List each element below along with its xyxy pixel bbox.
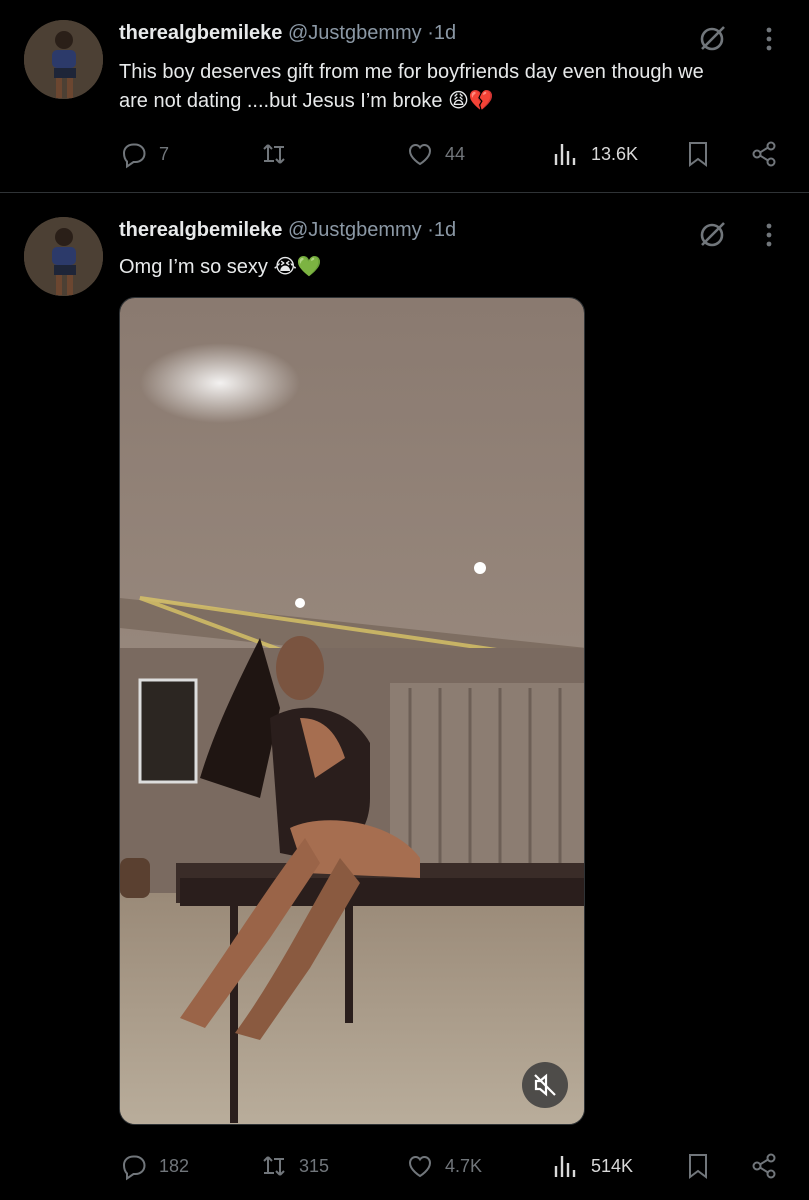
repost-icon: [263, 1156, 285, 1176]
like-button[interactable]: 4.7K: [405, 1149, 482, 1183]
reply-count: 7: [159, 143, 170, 164]
bookmark-icon: [689, 1154, 707, 1179]
avatar[interactable]: [24, 20, 103, 99]
share-icon: [752, 141, 776, 167]
grok-icon[interactable]: [697, 24, 727, 54]
bookmark-button[interactable]: [683, 137, 713, 171]
reply-button[interactable]: 7: [119, 137, 169, 171]
views-button[interactable]: 514K: [551, 1149, 633, 1183]
tweet-text: Omg I’m so sexy 😭💚: [119, 253, 789, 282]
reply-icon: [122, 1155, 146, 1181]
repost-count: 315: [299, 1155, 330, 1176]
heart-icon: [408, 1155, 432, 1178]
grok-icon[interactable]: [697, 220, 727, 250]
more-vertical-icon[interactable]: [757, 220, 781, 250]
action-bar: 7 44 13.6K: [119, 137, 789, 171]
tweet-2[interactable]: therealgbemileke @Justgbemmy ·1d Omg I’m…: [0, 193, 809, 1200]
repost-button[interactable]: 315: [259, 1149, 329, 1183]
reply-count: 182: [159, 1155, 190, 1176]
more-vertical-icon[interactable]: [757, 24, 781, 54]
like-button[interactable]: 44: [405, 137, 465, 171]
share-button[interactable]: [749, 137, 779, 171]
muted-speaker-icon: [534, 1073, 556, 1097]
tweet-text-line-2: are not dating ....but Jesus I’m broke 😩…: [119, 90, 494, 112]
separator-dot: ·: [427, 219, 434, 241]
timestamp[interactable]: 1d: [434, 219, 456, 241]
views-icon: [554, 144, 576, 165]
video-player[interactable]: [119, 297, 585, 1125]
heart-icon: [408, 143, 432, 166]
share-icon: [752, 1153, 776, 1179]
bookmark-button[interactable]: [683, 1149, 713, 1183]
like-count: 4.7K: [445, 1155, 483, 1176]
separator-dot: ·: [427, 22, 434, 44]
tweet-header: therealgbemileke @Justgbemmy ·1d: [119, 20, 456, 46]
user-handle[interactable]: @Justgbemmy: [288, 22, 422, 44]
tweet-header: therealgbemileke @Justgbemmy ·1d: [119, 217, 456, 243]
mute-button[interactable]: [522, 1062, 568, 1108]
timestamp[interactable]: 1d: [434, 22, 456, 44]
view-count: 514K: [591, 1155, 634, 1176]
tweet-text-line-1: This boy deserves gift from me for boyfr…: [119, 61, 704, 83]
bookmark-icon: [689, 142, 707, 167]
share-button[interactable]: [749, 1149, 779, 1183]
tweet-text-line-1: Omg I’m so sexy 😭💚: [119, 256, 322, 278]
user-handle[interactable]: @Justgbemmy: [288, 219, 422, 241]
reply-icon: [122, 143, 146, 169]
reply-button[interactable]: 182: [119, 1149, 189, 1183]
avatar[interactable]: [24, 217, 103, 296]
display-name[interactable]: therealgbemileke: [119, 219, 282, 241]
views-button[interactable]: 13.6K: [551, 137, 638, 171]
display-name[interactable]: therealgbemileke: [119, 22, 282, 44]
repost-icon: [263, 144, 285, 164]
tweet-text: This boy deserves gift from me for boyfr…: [119, 58, 789, 116]
views-icon: [554, 1156, 576, 1177]
video-frame: [120, 298, 584, 1124]
like-count: 44: [445, 143, 466, 164]
action-bar: 182 315 4.7K 514K: [119, 1149, 789, 1183]
tweet-1[interactable]: therealgbemileke @Justgbemmy ·1d This bo…: [0, 0, 809, 193]
view-count: 13.6K: [591, 143, 639, 164]
repost-button[interactable]: [259, 137, 299, 171]
